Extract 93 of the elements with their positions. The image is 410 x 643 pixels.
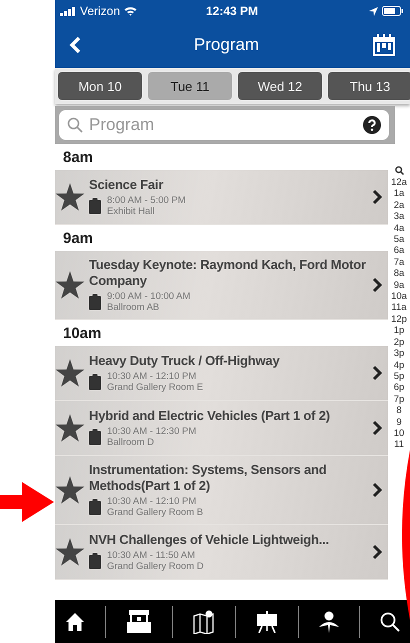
event-row[interactable]: Science Fair 8:00 AM - 5:00 PM Exhibit Hall xyxy=(55,170,388,225)
chevron-icon xyxy=(372,544,382,560)
index-letter[interactable]: 4p xyxy=(394,360,404,371)
event-room: Grand Gallery Room E xyxy=(107,382,204,393)
clipboard-icon xyxy=(89,429,101,445)
event-row[interactable]: Hybrid and Electric Vehicles (Part 1 of 2) 10:30 AM - 12:30 PM Ballroom D xyxy=(55,401,388,456)
star-icon[interactable] xyxy=(55,182,85,212)
star-icon[interactable] xyxy=(55,538,85,566)
event-title: Tuesday Keynote: Raymond Kach, Ford Motor Company xyxy=(89,257,367,289)
event-time: 8:00 AM - 5:00 PM xyxy=(107,195,186,206)
home-icon[interactable] xyxy=(65,612,85,632)
index-letter[interactable]: 6p xyxy=(394,382,404,394)
index-letter[interactable]: 5p xyxy=(394,370,404,382)
index-letter[interactable]: 2p xyxy=(394,336,404,348)
search-icon[interactable] xyxy=(380,612,400,632)
wifi-icon xyxy=(124,6,138,16)
event-title: Heavy Duty Truck / Off-Highway xyxy=(89,353,280,369)
map-icon[interactable] xyxy=(193,610,215,634)
index-letter[interactable]: 5a xyxy=(394,234,404,246)
day-tab[interactable]: Thu 13 xyxy=(328,72,410,100)
event-title: Instrumentation: Systems, Sensors and Methods(Part 1 of 2) xyxy=(89,462,328,494)
event-title: NVH Challenges of Vehicle Lightweigh... xyxy=(89,532,330,548)
event-time: 10:30 AM - 12:10 PM xyxy=(107,496,198,507)
search-icon xyxy=(67,117,83,133)
index-letter[interactable]: 10a xyxy=(391,291,407,302)
event-room: Ballroom AB xyxy=(107,302,160,313)
star-icon[interactable] xyxy=(55,358,85,388)
page-title: Program xyxy=(194,35,260,55)
event-title: Science Fair xyxy=(89,177,164,193)
index-letter[interactable]: 12p xyxy=(391,314,407,326)
clipboard-icon xyxy=(89,374,101,390)
index-letter[interactable]: 10 xyxy=(394,428,404,440)
chevron-icon xyxy=(372,482,382,498)
star-icon[interactable] xyxy=(55,414,85,442)
event-room: Grand Gallery Room D xyxy=(107,561,204,572)
location-icon xyxy=(369,6,378,16)
index-letter[interactable]: 1a xyxy=(394,188,404,200)
event-room: Ballroom D xyxy=(107,437,155,448)
chevron-icon xyxy=(372,277,382,293)
event-time: 10:30 AM - 11:50 AM xyxy=(107,550,196,561)
index-letter[interactable]: 3a xyxy=(394,211,404,223)
index-letter[interactable]: 11a xyxy=(391,302,407,314)
chevron-icon xyxy=(372,365,382,381)
help-icon[interactable] xyxy=(363,116,381,134)
clipboard-icon xyxy=(89,553,101,569)
star-icon[interactable] xyxy=(55,476,85,504)
index-letter[interactable]: 9a xyxy=(394,280,404,292)
event-room: Grand Gallery Room B xyxy=(107,507,204,518)
star-icon[interactable] xyxy=(55,270,85,300)
carrier-name: Verizon xyxy=(80,4,120,18)
signal-icon xyxy=(60,6,76,16)
event-room: Exhibit Hall xyxy=(107,206,156,217)
battery-icon xyxy=(382,6,404,16)
index-letter[interactable]: 12a xyxy=(391,177,407,188)
back-icon[interactable] xyxy=(69,36,81,54)
time-header: 10am xyxy=(63,324,102,342)
day-tab[interactable]: Mon 10 xyxy=(58,72,142,100)
chevron-icon xyxy=(372,189,382,205)
event-row[interactable]: Tuesday Keynote: Raymond Kach, Ford Motor Company 9:00 AM - 10:00 AM Ballroom AB xyxy=(55,251,388,320)
day-tab[interactable]: Wed 12 xyxy=(238,72,322,100)
index-letter[interactable]: 6a xyxy=(394,245,404,257)
index-letter[interactable]: 7p xyxy=(394,394,404,406)
index-letter[interactable]: 1p xyxy=(394,325,404,337)
event-time: 10:30 AM - 12:10 PM xyxy=(107,371,198,382)
index-letter[interactable]: 2a xyxy=(394,200,404,212)
event-time: 9:00 AM - 10:00 AM xyxy=(107,291,190,302)
status-time: 12:43 PM xyxy=(206,4,258,18)
clipboard-icon xyxy=(89,198,101,214)
time-header: 9am xyxy=(63,230,94,246)
event-row[interactable]: Instrumentation: Systems, Sensors and Methods(Part 1 of 2) 10:30 AM - 12:10 PM Grand Gallery Room B xyxy=(55,456,388,525)
booth-icon[interactable] xyxy=(126,610,152,634)
index-letter[interactable]: 3p xyxy=(394,348,404,360)
calendar-icon[interactable] xyxy=(372,33,396,57)
clipboard-icon xyxy=(89,499,101,515)
search-field[interactable]: Program xyxy=(59,110,389,140)
index-letter[interactable]: 8 xyxy=(396,405,402,417)
index-letter[interactable]: 9 xyxy=(396,416,402,428)
index-letter[interactable]: 4a xyxy=(394,222,404,234)
event-time: 10:30 AM - 12:30 PM xyxy=(107,426,196,437)
event-row[interactable]: Heavy Duty Truck / Off-Highway 10:30 AM - 12:10 PM Grand Gallery Room E xyxy=(55,346,388,401)
index-letter[interactable]: 7a xyxy=(394,256,404,268)
index-letter[interactable]: 11 xyxy=(394,439,404,451)
day-tab[interactable]: Tue 11 xyxy=(148,72,232,100)
arrow-icon xyxy=(0,482,54,522)
clipboard-icon xyxy=(89,294,101,310)
event-title: Hybrid and Electric Vehicles (Part 1 of 2) xyxy=(89,408,331,424)
person-icon[interactable] xyxy=(319,610,339,632)
easel-icon[interactable] xyxy=(256,610,278,632)
chevron-icon xyxy=(372,420,382,436)
index-letter[interactable]: 8a xyxy=(394,268,404,280)
event-row[interactable]: NVH Challenges of Vehicle Lightweigh... 10:30 AM - 11:50 AM Grand Gallery Room D xyxy=(55,525,388,580)
search-icon[interactable] xyxy=(394,166,404,175)
time-header: 8am xyxy=(63,148,94,166)
